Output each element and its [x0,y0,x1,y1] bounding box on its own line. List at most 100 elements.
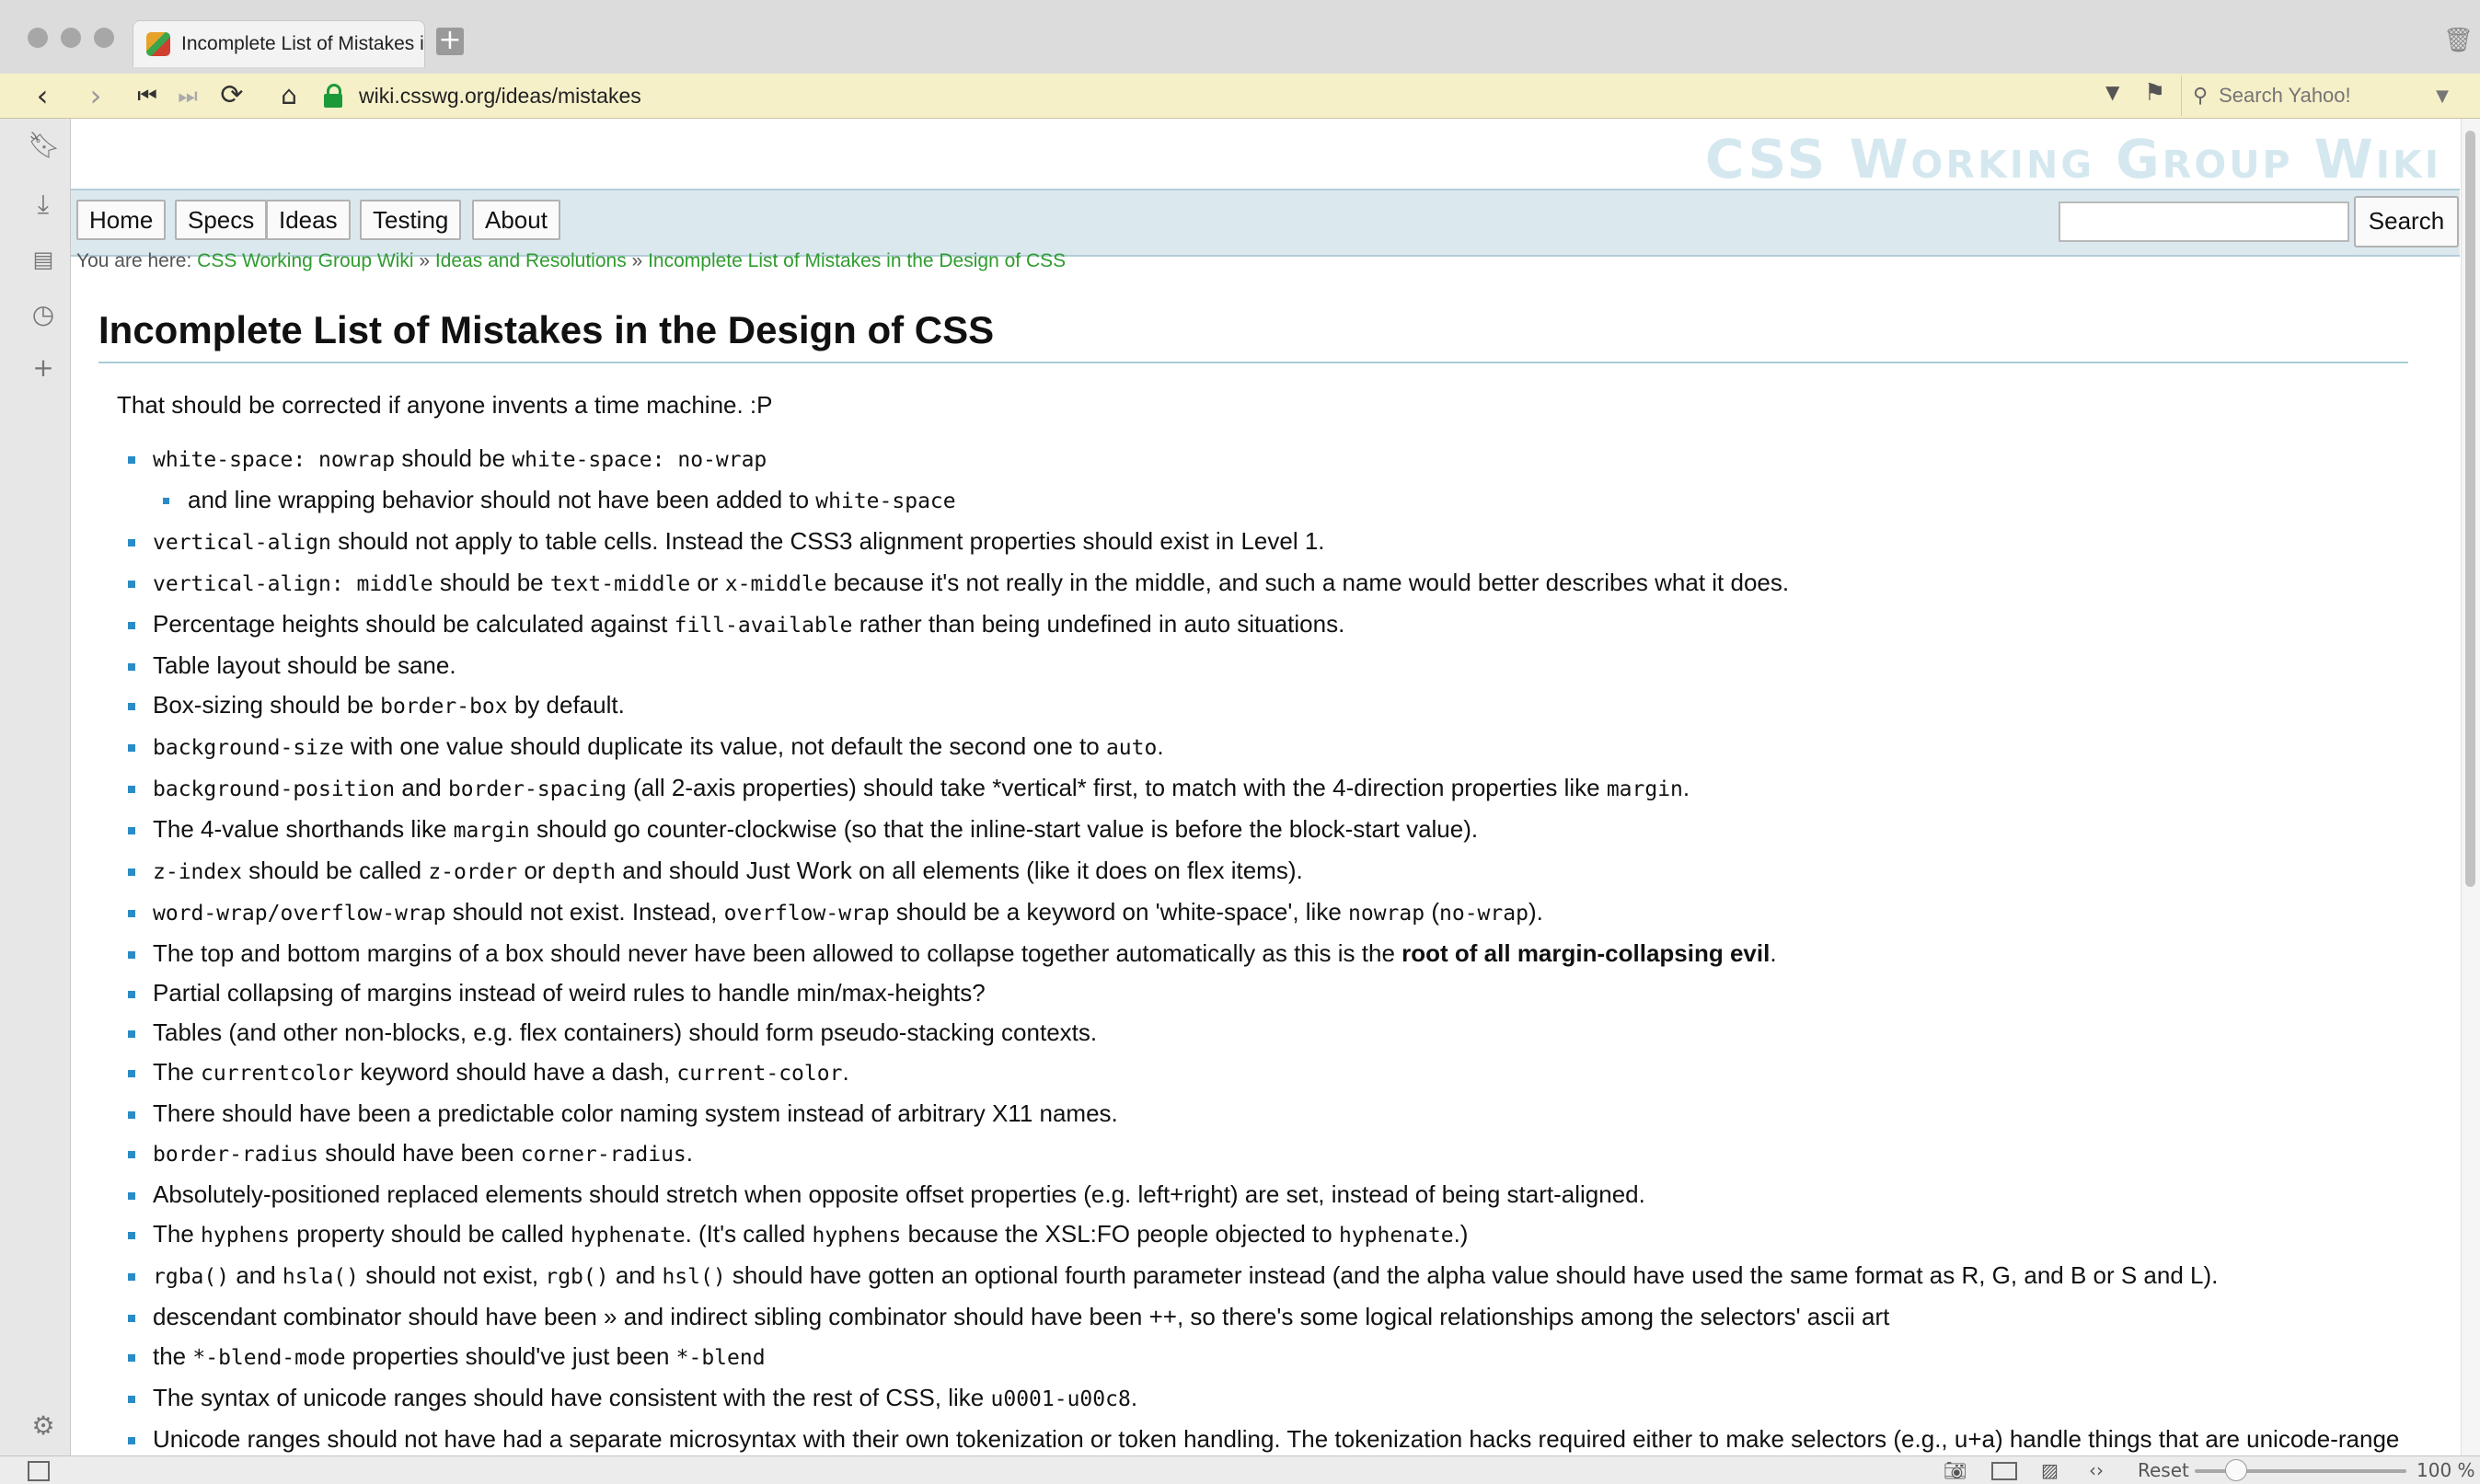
maximize-window-button[interactable] [94,28,114,48]
zoom-reset-button[interactable]: Reset [2138,1458,2189,1482]
site-nav: Home Specs Ideas Testing About Search [71,189,2460,257]
clock-icon[interactable]: ◷ [28,299,59,330]
lock-icon [324,84,342,108]
bookmark-icon[interactable]: 🔖︎ [28,130,61,161]
nav-specs[interactable]: Specs [175,200,268,240]
image-icon[interactable]: ▨ [2041,1458,2059,1482]
home-icon[interactable]: ⌂ [272,79,306,112]
list-text: should be [433,569,550,596]
list-text: Box-sizing should be [153,691,381,719]
list-text: property should be called [289,1220,571,1248]
new-tab-button[interactable]: + [436,27,464,55]
gear-icon[interactable]: ⚙ [28,1410,59,1442]
nav-home[interactable]: Home [76,200,167,240]
forward-icon[interactable]: › [79,79,112,112]
mistakes-list: white-space: nowrap should be white-spac… [122,444,2423,1455]
page-scrollbar-thumb[interactable] [2465,131,2475,887]
search-engine-box[interactable]: ⚲ ▼ [2181,75,2474,116]
wiki-search-input[interactable] [2059,201,2349,242]
list-text: Tables (and other non-blocks, e.g. flex … [153,1018,1098,1046]
code-snippet: hsl() [662,1265,726,1289]
list-item: rgba() and hsla() should not exist, rgb(… [122,1261,2423,1292]
list-text: by default. [507,691,625,719]
list-item: The top and bottom margins of a box shou… [122,939,2423,968]
list-text: . [1770,939,1777,967]
list-text: should have gotten an optional fourth pa… [725,1261,2219,1289]
window-icon[interactable] [1991,1462,2017,1480]
bookmark-page-icon[interactable]: ⚑ [2144,79,2165,107]
page-title: Incomplete List of Mistakes in the Desig… [98,308,2408,363]
code-snippet: corner-radius [520,1143,686,1167]
list-text: descendant combinator should have been »… [153,1303,1890,1330]
zoom-slider-handle[interactable] [2225,1459,2247,1481]
fast-forward-icon[interactable]: ⏭ [171,79,204,112]
list-item: border-radius should have been corner-ra… [122,1139,2423,1169]
url-dropdown-icon[interactable]: ▼ [2105,81,2119,103]
notes-icon[interactable]: ▤ [28,244,59,275]
list-text: Percentage heights should be calculated … [153,610,675,638]
tab-bar: Incomplete List of Mistakes in + 🗑 [0,0,2480,75]
side-panel: 🔖︎ ⤓ ▤ ◷ + ⚙ [0,119,71,1455]
code-snippet: overflow-wrap [723,902,890,926]
camera-icon[interactable]: 📷︎ [1944,1458,1967,1482]
breadcrumb-link-current[interactable]: Incomplete List of Mistakes in the Desig… [648,250,1066,271]
download-icon[interactable]: ⤓ [28,189,59,220]
list-text: keyword should have a dash, [353,1058,677,1086]
list-item: vertical-align should not apply to table… [122,527,2423,558]
nav-testing[interactable]: Testing [360,200,462,240]
list-text: ( [1425,898,1439,926]
list-item: There should have been a predictable col… [122,1099,2423,1128]
code-snippet: depth [551,860,617,884]
list-text: .) [1453,1220,1469,1248]
panel-toggle-icon[interactable] [28,1461,50,1481]
code-snippet: z-index [153,860,242,884]
search-icon: ⚲ [2193,84,2209,108]
nav-ideas[interactable]: Ideas [266,200,351,240]
list-text: and [229,1261,283,1289]
list-text: properties should've just been [345,1342,676,1370]
list-text: The [153,1058,202,1086]
list-item: z-index should be called z-order or dept… [122,857,2423,887]
search-engine-input[interactable] [2217,83,2424,109]
list-text: should have been [318,1139,521,1167]
back-icon[interactable]: ‹ [26,79,59,112]
list-text: rather than being undefined in auto situ… [852,610,1345,638]
code-snippet: white-space [815,489,956,513]
breadcrumb-link-wiki[interactable]: CSS Working Group Wiki [197,250,413,271]
list-item: The syntax of unicode ranges should have… [122,1384,2423,1414]
tab-title: Incomplete List of Mistakes in [181,33,425,54]
list-text: and [608,1261,663,1289]
code-snippet: hyphenate [570,1224,686,1248]
list-item: The currentcolor keyword should have a d… [122,1058,2423,1088]
plus-icon[interactable]: + [28,352,59,384]
search-button[interactable]: Search [2354,196,2459,247]
breadcrumb-separator: » [419,250,431,271]
url-text[interactable]: wiki.csswg.org/ideas/mistakes [359,84,641,109]
code-snippet: u0001-u00c8 [990,1387,1131,1411]
code-snippet: nowrap [1348,902,1425,926]
code-snippet: hyphens [812,1224,902,1248]
code-snippet: border-spacing [447,777,627,801]
code-snippet: hyphenate [1338,1224,1454,1248]
code-icon[interactable]: ‹› [2089,1458,2104,1482]
code-snippet: background-size [153,736,344,760]
breadcrumb-link-ideas[interactable]: Ideas and Resolutions [435,250,627,271]
list-text: The top and bottom margins of a box shou… [153,939,1402,967]
code-snippet: *-blend-mode [192,1346,346,1370]
close-window-button[interactable] [28,28,48,48]
address-bar[interactable]: wiki.csswg.org/ideas/mistakes [324,77,2150,114]
code-snippet: auto [1105,736,1158,760]
minimize-window-button[interactable] [61,28,81,48]
list-item: The hyphens property should be called hy… [122,1220,2423,1250]
wiki-title[interactable]: CSS Working Group Wiki [1705,128,2441,190]
list-text: The 4-value shorthands like [153,815,454,843]
rewind-icon[interactable]: ⏮ [131,79,164,112]
trash-icon[interactable]: 🗑 [2443,28,2474,53]
search-engine-dropdown-icon[interactable]: ▼ [2436,86,2449,106]
nav-about[interactable]: About [472,200,560,240]
code-snippet: margin [453,819,530,843]
reload-icon[interactable]: ⟳ [215,79,248,112]
code-snippet: word-wrap/overflow-wrap [153,902,446,926]
list-text: Partial collapsing of margins instead of… [153,979,986,1007]
tab-active[interactable]: Incomplete List of Mistakes in [133,20,425,67]
